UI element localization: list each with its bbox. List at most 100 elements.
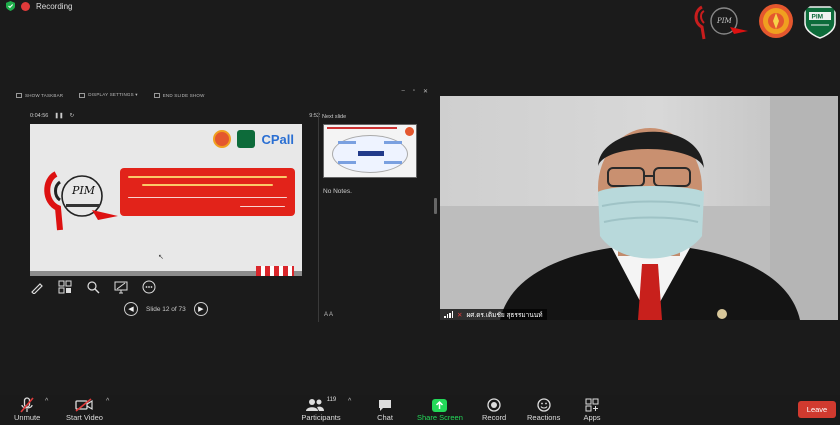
pim-ce-logo: PIM [694, 5, 748, 40]
apps-label: Apps [583, 413, 601, 422]
slide-subtitle-line [128, 197, 287, 199]
next-slide-thumbnail[interactable] [323, 124, 417, 178]
thai-emblem-logo [759, 4, 793, 38]
slide-navigation: ◀ Slide 12 of 73 ▶ [124, 302, 208, 316]
participants-icon-group: 119 [301, 397, 341, 413]
mouse-cursor-icon: ↖ [158, 254, 164, 261]
chat-label: Chat [377, 413, 393, 422]
speaker-notes: No Notes. [323, 188, 352, 195]
shared-screen-panel: SHOW TASKBAR DISPLAY SETTINGS ▾ END SLID… [12, 86, 432, 326]
reactions-button[interactable]: Reactions [527, 397, 560, 422]
record-icon [485, 397, 503, 413]
slide-title-line-2 [142, 184, 273, 186]
participants-button[interactable]: 119 Participants [301, 397, 341, 422]
display-settings-label: DISPLAY SETTINGS ▾ [88, 92, 138, 97]
apps-button[interactable]: Apps [583, 397, 601, 422]
participant-video[interactable]: ✕ ผศ.ดร.เติมชัย สุธรรมานนท์ [440, 96, 838, 320]
timer-row: 0:04:56 ❚❚ ↻ 9:52 [30, 113, 320, 119]
share-screen-button[interactable]: Share Screen [417, 397, 463, 422]
cpall-logo: CPall [261, 131, 294, 147]
meeting-controls-toolbar: Unmute ^ Start Video ^ 119 Participants … [0, 395, 840, 425]
start-video-button[interactable]: Start Video [66, 397, 103, 422]
end-slide-show-label: END SLIDE SHOW [162, 92, 205, 98]
participants-icon [305, 399, 324, 411]
show-taskbar-label: SHOW TASKBAR [25, 92, 64, 98]
thumb-header-line [327, 127, 397, 129]
show-taskbar-button[interactable]: SHOW TASKBAR [16, 92, 63, 98]
pen-tool-icon[interactable] [30, 280, 44, 295]
slide-pim-ce-logo: PIM [44, 171, 118, 231]
zoom-slide-icon[interactable] [86, 280, 100, 294]
share-screen-label: Share Screen [417, 413, 463, 422]
leave-button[interactable]: Leave [798, 401, 836, 418]
participants-caret-icon[interactable]: ^ [348, 398, 351, 405]
thumb-node-1 [338, 141, 356, 144]
participant-video-feed [440, 96, 838, 320]
video-off-icon [75, 397, 94, 413]
taskbar-icon [16, 92, 22, 98]
security-shield-icon[interactable] [6, 1, 15, 11]
close-icon[interactable]: ✕ [423, 88, 428, 95]
zoom-meeting-window: Recording PIM PIM SHOW TASKBAR DISPLAY S… [0, 0, 840, 425]
end-slide-show-button[interactable]: END SLIDE SHOW [153, 92, 205, 98]
participant-name: ผศ.ดร.เติมชัย สุธรรมานนท์ [466, 311, 543, 319]
next-slide-label: Next slide [322, 114, 347, 120]
minimize-icon[interactable]: – [401, 88, 404, 95]
chat-button[interactable]: Chat [376, 397, 394, 422]
pim-shield-logo: PIM [804, 6, 836, 39]
elapsed-time: 0:04:56 [30, 113, 49, 119]
reset-timer-icon[interactable]: ↻ [70, 113, 75, 119]
slide-header-logos: CPall [213, 130, 294, 148]
next-slide-button[interactable]: ▶ [193, 302, 208, 316]
recording-dot-icon [21, 1, 30, 11]
share-screen-icon [431, 397, 449, 413]
slide-date-line [240, 206, 285, 208]
record-button[interactable]: Record [482, 397, 506, 422]
record-label: Record [482, 413, 507, 422]
display-icon [79, 92, 86, 98]
muted-microphone-icon [18, 397, 36, 413]
thumb-node-3 [338, 161, 356, 164]
audio-options-caret-icon[interactable]: ^ [45, 398, 48, 405]
annotation-tools [30, 280, 156, 295]
see-all-slides-icon[interactable] [58, 280, 72, 294]
thumb-node-2 [384, 141, 402, 144]
recording-label: Recording [36, 1, 73, 11]
unmute-button[interactable]: Unmute [14, 397, 40, 422]
unmute-label: Unmute [14, 413, 41, 422]
participant-name-tag: ✕ ผศ.ดร.เติมชัย สุธรรมานนท์ [440, 309, 547, 320]
muted-mic-icon: ✕ [457, 311, 463, 319]
signal-strength-icon [444, 311, 453, 318]
black-screen-icon[interactable] [114, 280, 128, 294]
maximize-icon[interactable]: ▫ [413, 88, 415, 95]
slide-counter: Slide 12 of 73 [146, 305, 186, 313]
slide-emblem-logo [213, 130, 232, 148]
sponsor-logos: PIM PIM [690, 0, 838, 42]
svg-text:PIM: PIM [716, 17, 732, 25]
current-slide[interactable]: CPall PIM ↖ [30, 124, 302, 276]
participants-label: Participants [301, 413, 341, 422]
pause-icon[interactable]: ❚❚ [54, 113, 63, 119]
apps-icon [583, 397, 601, 413]
notes-font-size-controls[interactable]: A A [324, 312, 333, 318]
thumb-logo [405, 127, 414, 136]
participants-count: 119 [326, 397, 337, 403]
start-video-label: Start Video [66, 413, 103, 422]
slide-title-box [120, 168, 295, 216]
slide-footer-stripes [256, 266, 294, 276]
thumb-node-4 [384, 161, 402, 164]
svg-text:PIM: PIM [812, 14, 824, 21]
slide-title-line-1 [128, 176, 287, 178]
display-settings-button[interactable]: DISPLAY SETTINGS ▾ [79, 92, 138, 98]
video-options-caret-icon[interactable]: ^ [106, 398, 109, 405]
more-options-icon[interactable] [142, 280, 156, 294]
slide-pim-text: PIM [71, 184, 96, 197]
chat-icon [376, 397, 394, 413]
previous-slide-button[interactable]: ◀ [124, 302, 138, 316]
presenter-toolbar: SHOW TASKBAR DISPLAY SETTINGS ▾ END SLID… [16, 92, 205, 98]
panel-resize-handle[interactable] [434, 198, 437, 214]
end-show-icon [153, 92, 160, 98]
presenter-divider [318, 112, 319, 322]
window-controls: – ▫ ✕ [401, 88, 428, 95]
reactions-label: Reactions [527, 413, 561, 422]
